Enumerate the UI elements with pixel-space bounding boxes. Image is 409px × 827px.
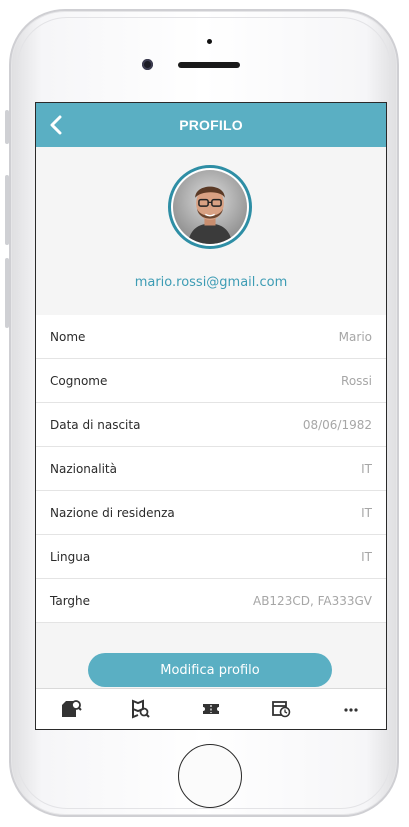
field-label: Nazionalità (50, 461, 117, 476)
field-row-cognome: Cognome Rossi (36, 359, 386, 403)
volume-up-button (5, 175, 9, 245)
field-value: IT (361, 505, 372, 520)
field-value: Mario (338, 329, 372, 344)
field-row-nazionalita: Nazionalità IT (36, 447, 386, 491)
bottom-tab-bar (36, 688, 386, 729)
field-row-targhe: Targhe AB123CD, FA333GV (36, 579, 386, 623)
mute-switch (5, 110, 9, 144)
field-value: AB123CD, FA333GV (252, 593, 372, 608)
profile-summary: mario.rossi@gmail.com (36, 147, 386, 315)
earpiece-speaker (178, 62, 240, 68)
tab-parking-search[interactable] (51, 694, 91, 724)
app-header: PROFILO (36, 103, 386, 147)
proximity-sensor (207, 39, 212, 44)
field-row-nome: Nome Mario (36, 315, 386, 359)
tab-tickets[interactable] (191, 694, 231, 724)
tab-schedule[interactable] (261, 694, 301, 724)
field-value: IT (361, 549, 372, 564)
field-row-data-di-nascita: Data di nascita 08/06/1982 (36, 403, 386, 447)
calendar-clock-icon (272, 701, 291, 718)
field-label: Nazione di residenza (50, 505, 175, 520)
tab-map-search[interactable] (121, 694, 161, 724)
field-row-nazione-di-residenza: Nazione di residenza IT (36, 491, 386, 535)
field-value: 08/06/1982 (302, 417, 372, 432)
more-icon (344, 708, 358, 712)
field-label: Data di nascita (50, 417, 141, 432)
home-button[interactable] (178, 744, 242, 808)
ticket-icon (203, 704, 219, 714)
app-screen: PROFILO mario.rossi@gmail.com Nome Mario… (35, 102, 387, 730)
field-label: Lingua (50, 549, 91, 564)
map-search-icon (132, 699, 150, 719)
profile-fields-list: Nome Mario Cognome Rossi Data di nascita… (36, 315, 386, 623)
field-label: Cognome (50, 373, 108, 388)
chevron-left-icon (50, 115, 62, 135)
field-value: Rossi (341, 373, 372, 388)
field-row-lingua: Lingua IT (36, 535, 386, 579)
page-title: PROFILO (179, 117, 243, 133)
edit-profile-button[interactable]: Modifica profilo (88, 653, 332, 687)
avatar[interactable] (168, 165, 252, 249)
tab-more[interactable] (331, 694, 371, 724)
back-button[interactable] (46, 113, 68, 137)
avatar-photo (173, 170, 247, 244)
field-label: Nome (50, 329, 86, 344)
front-camera (142, 59, 153, 70)
field-label: Targhe (50, 593, 91, 608)
parking-search-icon (62, 700, 82, 717)
volume-down-button (5, 258, 9, 328)
field-value: IT (361, 461, 372, 476)
user-email: mario.rossi@gmail.com (134, 275, 288, 290)
